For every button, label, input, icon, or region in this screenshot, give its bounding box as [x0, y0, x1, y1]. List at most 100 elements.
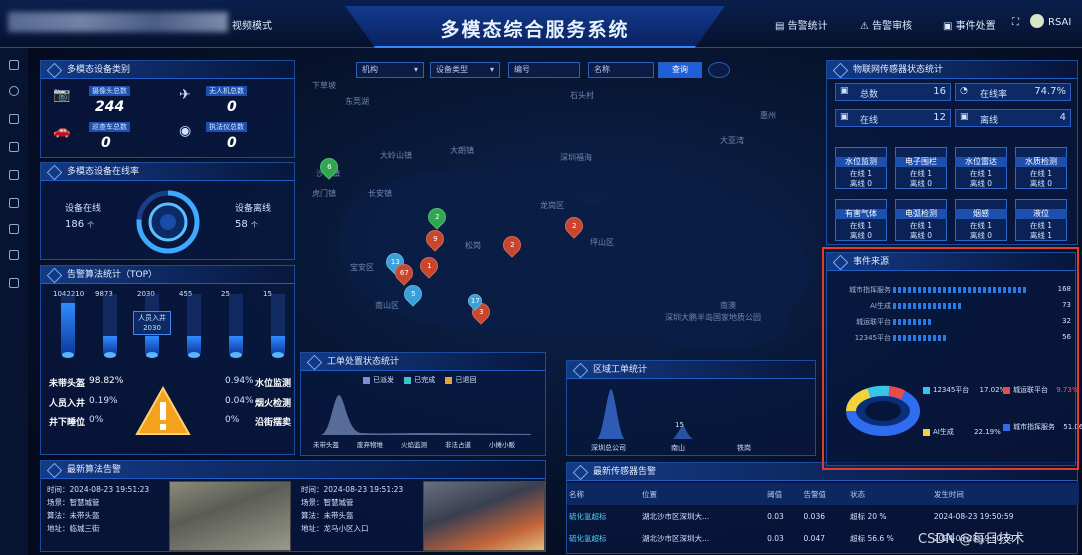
algo-row-label: 井下睡位 [49, 418, 86, 428]
layers-icon[interactable] [9, 224, 19, 234]
refresh-icon[interactable] [708, 62, 730, 78]
map-label: 东莞湖 [345, 97, 369, 106]
chart-icon: ▤ [775, 21, 788, 32]
chart-tooltip: 人员入井 2030 [133, 311, 171, 335]
alarm-snapshot[interactable] [169, 481, 291, 551]
recorder-count: 0 [227, 135, 237, 151]
map-label: 长安镇 [368, 189, 392, 198]
video-mode-tab[interactable]: 视频模式 [232, 17, 272, 32]
screen-icon: ▣ [943, 21, 956, 32]
iot-online: ▣ 在线 12 [835, 109, 951, 127]
bar-base-dot [188, 352, 200, 358]
x-tick: 非法占道 [445, 441, 471, 449]
algo-row-value: 0.04% [225, 396, 254, 406]
bar-base-dot [146, 352, 158, 358]
patrol-car-count-label: 巡查车总数 [89, 122, 130, 132]
alarm-stats-tab[interactable]: ▤ 告警统计 [775, 17, 828, 32]
map-label: 坪山区 [590, 238, 614, 247]
bar-base-dot [104, 352, 116, 358]
algo-row-label: 人员入井 [49, 399, 86, 409]
map-label: 南山区 [375, 301, 399, 310]
table-row[interactable]: 硫化氢超标 湖北沙市区深圳大... 0.03 0.036 超标 20 % 202… [567, 505, 1079, 527]
sensor-card[interactable]: 电弧检测 在线 1 离线 0 [895, 199, 947, 241]
chevron-down-icon: ▾ [489, 65, 494, 74]
event-handle-tab[interactable]: ▣ 事件处置 [943, 17, 996, 32]
avatar[interactable] [1030, 14, 1044, 28]
x-tick: 小摊小贩 [489, 441, 515, 449]
online-rate-ring [136, 190, 200, 254]
table-cell: 0.047 [803, 533, 826, 543]
column-header: 阈值 [765, 483, 802, 505]
map-label: 龙岗区 [540, 201, 564, 210]
list-icon[interactable] [9, 60, 19, 70]
highlight-frame [822, 247, 1079, 470]
panel-title: 工单处置状态统计 [301, 353, 545, 371]
algo-row-value: 98.82% [89, 376, 124, 386]
alarm-review-tab[interactable]: ⚠ 告警审核 [860, 17, 912, 32]
algo-row-label: 烟火检测 [255, 399, 292, 409]
panel-title: 多模态设备类别 [41, 61, 294, 79]
code-input[interactable]: 编号 [508, 62, 580, 78]
blurred-menu [8, 12, 228, 32]
sensor-card[interactable]: 水质检测 在线 1 离线 0 [1015, 147, 1067, 189]
region-orders-panel: 区域工单统计 15 深圳总公司 南山 铁岗 [566, 360, 816, 456]
pie-icon: ◔ [960, 86, 968, 96]
map-label: 惠州 [760, 111, 776, 120]
workorder-status-panel: 工单处置状态统计 已派发 已完成 已退回 未带头盔 废弃物堆 火焰监测 非法占道… [300, 352, 546, 456]
camera-icon: 📷 [53, 87, 71, 103]
x-tick: 废弃物堆 [357, 441, 383, 449]
table-cell: 硫化氢超标 [569, 511, 607, 521]
org-select[interactable]: 机构 ▾ [356, 62, 424, 78]
query-button[interactable]: 查询 [658, 62, 702, 78]
sidebar [0, 48, 28, 555]
sensor-card[interactable]: 水位监测 在线 1 离线 0 [835, 147, 887, 189]
sensor-card[interactable]: 烟感 在线 1 离线 0 [955, 199, 1007, 241]
alarm-snapshot[interactable] [423, 481, 545, 551]
x-tick: 火焰监测 [401, 441, 427, 449]
map-label: 宝安区 [350, 263, 374, 272]
folder-icon[interactable] [9, 278, 19, 288]
doc-icon[interactable] [9, 142, 19, 152]
alarm-info: 时间：2024-08-23 19:51:23 场景：智慧城管 算法：未带头盔 地… [301, 485, 404, 533]
alarm-icon[interactable] [9, 86, 19, 96]
algo-row-label: 沿街摆卖 [255, 418, 292, 428]
user-name[interactable]: RSAI [1048, 17, 1071, 28]
x-tick: 南山 [671, 444, 685, 452]
sensor-card[interactable]: 水位雷达 在线 1 离线 0 [955, 147, 1007, 189]
top-header: 视频模式 多模态综合服务系统 ▤ 告警统计 ⚠ 告警审核 ▣ 事件处置 ⛶ RS… [0, 0, 1082, 48]
table-cell: 0.036 [803, 511, 826, 521]
menu-icon[interactable] [9, 198, 19, 208]
sensor-card[interactable]: 电子围栏 在线 1 离线 0 [895, 147, 947, 189]
panel-title: 最新算法告警 [41, 461, 545, 479]
recorder-count-label: 执法仪总数 [206, 122, 247, 132]
watermark: CSDN @每日技术 [918, 532, 1025, 547]
region-area-chart [597, 389, 693, 439]
fullscreen-icon[interactable]: ⛶ [1012, 17, 1019, 28]
algo-row-label: 未带头盔 [49, 379, 86, 389]
device-type-select[interactable]: 设备类型 ▾ [430, 62, 500, 78]
recorder-icon: ◉ [179, 123, 192, 139]
map-label: 大朗镇 [450, 146, 474, 155]
name-input[interactable]: 名称 [588, 62, 654, 78]
grid-icon[interactable] [9, 250, 19, 260]
file-icon[interactable] [9, 170, 19, 180]
drone-icon: ✈ [179, 87, 191, 103]
bar-base-dot [272, 352, 284, 358]
online-rate-panel: 多模态设备在线率 设备在线 186 个 设备离线 58 个 [40, 162, 295, 260]
algo-bar[interactable] [61, 303, 75, 354]
sensor-card[interactable]: 有害气体 在线 1 离线 0 [835, 199, 887, 241]
iot-status-panel: 物联网传感器状态统计 ▣ 总数 16 ◔ 在线率 74.7% ▣ 在线 12 ▣… [826, 60, 1078, 245]
alarm-info: 时间：2024-08-23 19:51:23 场景：智慧城管 算法：未带头盔 地… [47, 485, 150, 533]
sensor-card[interactable]: 液位 在线 1 离线 1 [1015, 199, 1067, 241]
column-header: 告警值 [801, 483, 849, 505]
alarm-algo-panel: 告警算法统计（TOP） 1042210 9873 2030 455 25 15 人员入井 2… [40, 265, 295, 455]
x-tick: 深圳总公司 [591, 444, 626, 452]
device-category-panel: 多模态设备类别 📷 摄像头总数 244 ✈ 无人机总数 0 🚗 巡查车总数 0 … [40, 60, 295, 158]
map-label: 深圳大鹏半岛国家地质公园 [665, 313, 761, 322]
map-label: 深圳福海 [560, 153, 592, 162]
algo-row-value: 0.19% [89, 396, 118, 406]
device-icon[interactable] [9, 114, 19, 124]
map-label: 南澳 [720, 301, 736, 310]
map-label: 松岗 [465, 241, 481, 250]
sensor-icon: ▣ [840, 86, 849, 96]
